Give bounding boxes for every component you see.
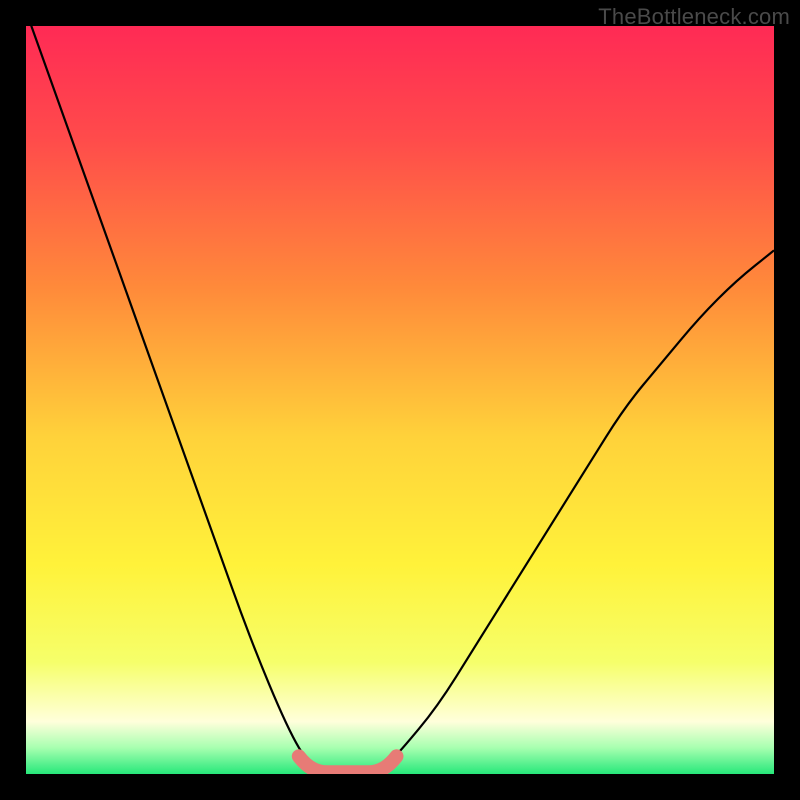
gradient-background (26, 26, 774, 774)
chart-frame: TheBottleneck.com (0, 0, 800, 800)
plot-area (26, 26, 774, 774)
chart-svg (26, 26, 774, 774)
